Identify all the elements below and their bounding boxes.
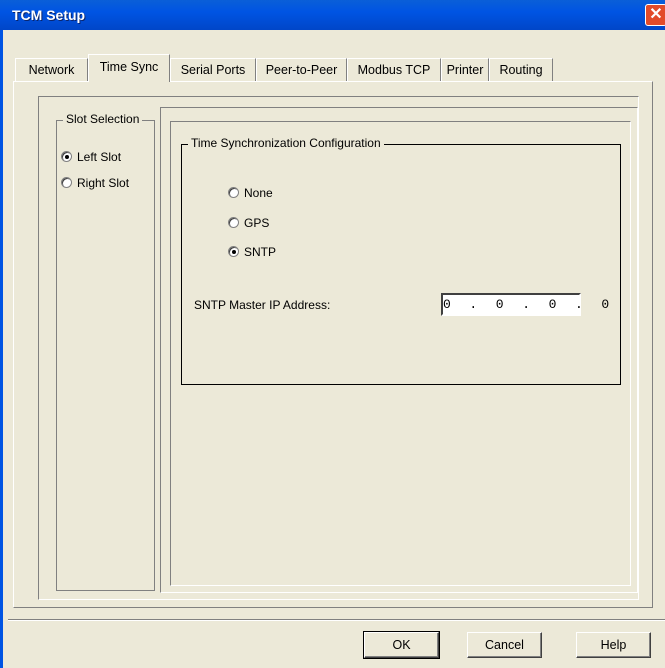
title-bar[interactable]: TCM Setup ✕ <box>0 0 665 30</box>
radio-sntp[interactable]: SNTP <box>228 243 276 259</box>
tab-printer[interactable]: Printer <box>441 58 489 81</box>
radio-button[interactable] <box>61 177 72 189</box>
tab-network[interactable]: Network <box>15 58 88 81</box>
help-button[interactable]: Help <box>576 632 651 658</box>
radio-label: SNTP <box>244 244 277 259</box>
radio-label: Right Slot <box>77 175 130 190</box>
slot-selection-title: Slot Selection <box>63 112 143 126</box>
radio-label: None <box>244 185 273 200</box>
radio-label: GPS <box>244 215 270 230</box>
radio-button[interactable] <box>228 187 239 199</box>
tab-peer-to-peer[interactable]: Peer-to-Peer <box>256 58 347 81</box>
radio-button[interactable] <box>228 246 239 258</box>
radio-right-slot[interactable]: Right Slot <box>61 174 129 190</box>
button-separator <box>8 619 665 621</box>
radio-left-slot[interactable]: Left Slot <box>61 148 121 164</box>
radio-button[interactable] <box>61 151 72 163</box>
time-sync-config-title: Time Synchronization Configuration <box>188 136 384 150</box>
tab-time-sync[interactable]: Time Sync <box>88 54 170 82</box>
tab-serial-ports[interactable]: Serial Ports <box>170 58 256 81</box>
tab-routing[interactable]: Routing <box>489 58 553 81</box>
sntp-master-ip-input[interactable]: 0 . 0 . 0 . 0 <box>441 293 609 316</box>
tab-modbus-tcp[interactable]: Modbus TCP <box>347 58 441 81</box>
radio-button[interactable] <box>228 217 239 229</box>
time-sync-config-group: Time Synchronization Configuration <box>181 136 621 385</box>
close-icon: ✕ <box>649 6 663 23</box>
radio-gps[interactable]: GPS <box>228 214 269 230</box>
slot-selection-group: Slot Selection <box>56 112 155 591</box>
sntp-master-ip-label: SNTP Master IP Address: <box>194 298 331 312</box>
ok-button[interactable]: OK <box>363 631 440 659</box>
radio-label: Left Slot <box>77 149 122 164</box>
window-frame <box>0 30 3 668</box>
radio-none[interactable]: None <box>228 184 273 200</box>
close-button[interactable]: ✕ <box>645 4 665 26</box>
window-title: TCM Setup <box>12 7 86 23</box>
cancel-button[interactable]: Cancel <box>467 632 542 658</box>
